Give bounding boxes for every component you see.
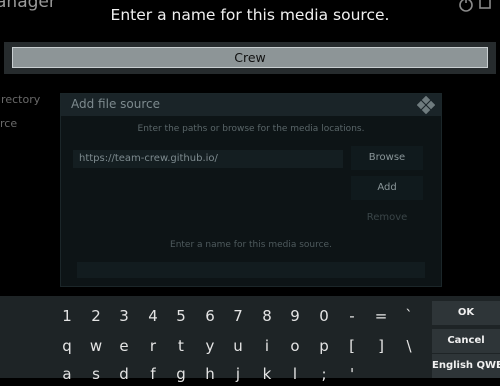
key-semicolon[interactable]: ; xyxy=(311,362,337,386)
key-k[interactable]: k xyxy=(254,362,280,386)
key-e[interactable]: e xyxy=(111,334,137,358)
keyboard-layout-button[interactable]: English QWE xyxy=(432,354,500,378)
cancel-button[interactable]: Cancel xyxy=(432,329,500,353)
source-name-label: Enter a name for this media source. xyxy=(170,240,332,250)
key-p[interactable]: p xyxy=(311,334,337,358)
dialog-header: Add file source xyxy=(61,94,441,116)
remove-button[interactable]: Remove xyxy=(351,206,423,230)
key-equals[interactable]: = xyxy=(368,304,394,328)
key-r[interactable]: r xyxy=(140,334,166,358)
add-file-source-dialog: Add file source Enter the paths or brows… xyxy=(60,93,442,287)
key-y[interactable]: y xyxy=(197,334,223,358)
key-t[interactable]: t xyxy=(168,334,194,358)
key-3[interactable]: 3 xyxy=(111,304,137,328)
key-minus[interactable]: - xyxy=(339,304,365,328)
key-2[interactable]: 2 xyxy=(83,304,109,328)
source-name-field[interactable] xyxy=(77,262,425,278)
keyboard-prompt: Enter a name for this media source. xyxy=(110,6,390,24)
key-q[interactable]: q xyxy=(54,334,80,358)
key-0[interactable]: 0 xyxy=(311,304,337,328)
key-w[interactable]: w xyxy=(83,334,109,358)
key-s[interactable]: s xyxy=(83,362,109,386)
key-apostrophe[interactable]: ' xyxy=(339,362,365,386)
key-i[interactable]: i xyxy=(254,334,280,358)
key-d[interactable]: d xyxy=(111,362,137,386)
key-6[interactable]: 6 xyxy=(197,304,223,328)
key-u[interactable]: u xyxy=(225,334,251,358)
key-o[interactable]: o xyxy=(282,334,308,358)
browse-button[interactable]: Browse xyxy=(351,146,423,170)
key-7[interactable]: 7 xyxy=(225,304,251,328)
media-source-name-input[interactable]: Crew xyxy=(12,47,488,68)
ok-button[interactable]: OK xyxy=(432,301,500,325)
key-9[interactable]: 9 xyxy=(282,304,308,328)
key-1[interactable]: 1 xyxy=(54,304,80,328)
key-left-bracket[interactable]: [ xyxy=(339,334,365,358)
key-f[interactable]: f xyxy=(140,362,166,386)
key-backslash[interactable]: \ xyxy=(396,334,422,358)
key-a[interactable]: a xyxy=(54,362,80,386)
key-h[interactable]: h xyxy=(197,362,223,386)
key-8[interactable]: 8 xyxy=(254,304,280,328)
kodi-logo-icon xyxy=(417,96,435,114)
sidebar-item-directory[interactable]: irectory xyxy=(0,93,40,106)
dialog-instruction: Enter the paths or browse for the media … xyxy=(137,124,365,134)
sidebar-item-source[interactable]: rce xyxy=(0,117,17,130)
key-backtick[interactable]: ` xyxy=(396,304,422,328)
key-j[interactable]: j xyxy=(225,362,251,386)
dialog-title: Add file source xyxy=(71,97,160,111)
key-right-bracket[interactable]: ] xyxy=(368,334,394,358)
key-g[interactable]: g xyxy=(168,362,194,386)
key-4[interactable]: 4 xyxy=(140,304,166,328)
key-l[interactable]: l xyxy=(282,362,308,386)
key-5[interactable]: 5 xyxy=(168,304,194,328)
add-button[interactable]: Add xyxy=(351,176,423,200)
source-path-item[interactable]: https://team-crew.github.io/ xyxy=(73,150,343,168)
